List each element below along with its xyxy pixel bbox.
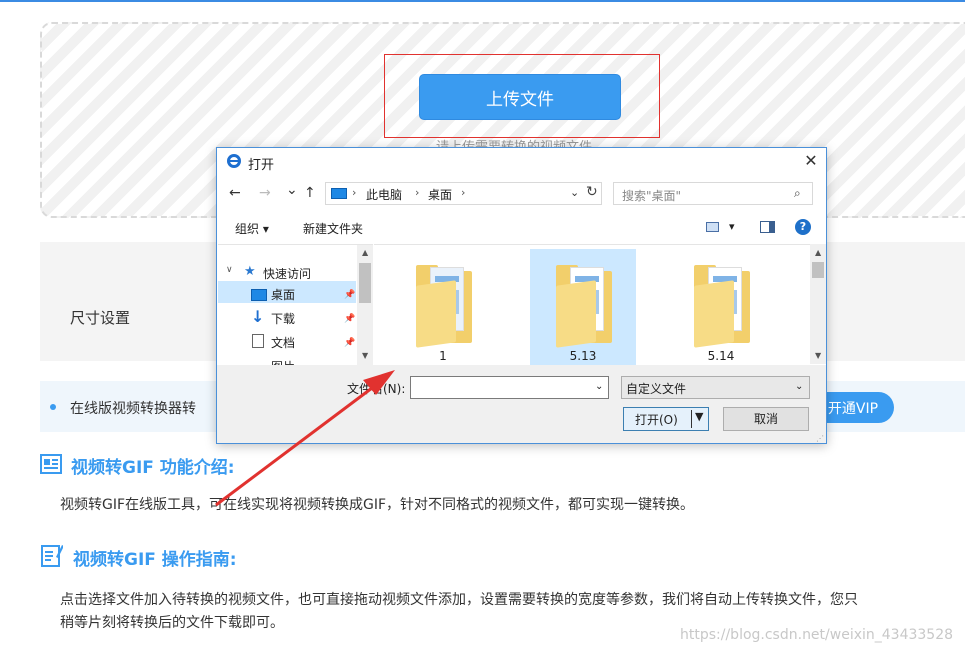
- refresh-icon[interactable]: ↻: [586, 184, 598, 200]
- computer-icon: [331, 188, 347, 199]
- close-icon[interactable]: ✕: [800, 150, 822, 172]
- nav-item-documents[interactable]: 文档: [271, 334, 295, 351]
- back-arrow-icon[interactable]: ←: [229, 185, 241, 201]
- watermark: https://blog.csdn.net/weixin_43433528: [680, 627, 954, 643]
- doc-list-icon: [40, 454, 62, 474]
- nav-item-pictures[interactable]: 图片: [271, 358, 295, 365]
- view-dropdown-icon[interactable]: ▾: [729, 220, 735, 233]
- open-file-dialog: 打开 ✕ ← → ⌄ ↑ › 此电脑 › 桌面 › ⌄ ↻ 搜索"桌面" ⌕ 组…: [216, 147, 827, 444]
- notice-text: 在线版视频转换器转: [70, 401, 196, 417]
- intro-section-title: 视频转GIF 功能介绍:: [71, 458, 235, 478]
- star-icon: ★: [244, 264, 256, 279]
- search-input[interactable]: 搜索"桌面" ⌕: [613, 182, 813, 205]
- dialog-title: 打开: [248, 158, 275, 173]
- scroll-down-icon[interactable]: ▼: [362, 351, 368, 360]
- scroll-up-icon[interactable]: ▲: [815, 248, 821, 257]
- top-accent-line: [0, 0, 965, 2]
- filename-input[interactable]: [410, 376, 609, 399]
- file-list-view: 1 5.13 5.14: [374, 244, 810, 365]
- document-icon: [252, 334, 264, 348]
- folder-item[interactable]: 5.14: [668, 249, 774, 365]
- folder-name: 5.13: [569, 349, 597, 363]
- size-settings-label: 尺寸设置: [70, 309, 131, 327]
- address-dropdown-icon[interactable]: ⌄: [570, 186, 579, 199]
- file-type-dropdown-icon[interactable]: ⌄: [795, 381, 803, 392]
- organize-menu[interactable]: 组织 ▾: [235, 220, 269, 237]
- pin-icon[interactable]: 📌: [344, 290, 355, 300]
- new-folder-button[interactable]: 新建文件夹: [303, 220, 363, 237]
- breadcrumb-chevron-icon[interactable]: ›: [415, 186, 419, 199]
- guide-paragraph-line1: 点击选择文件加入待转换的视频文件，也可直接拖动视频文件添加，设置需要转换的宽度等…: [60, 592, 858, 608]
- help-icon[interactable]: ?: [795, 219, 811, 235]
- address-bar[interactable]: › 此电脑 › 桌面 › ⌄ ↻: [325, 182, 602, 205]
- resize-grip-icon[interactable]: ⋰: [816, 434, 824, 443]
- nav-scrollbar-thumb[interactable]: [359, 263, 371, 303]
- bullet-icon: [50, 404, 56, 410]
- search-icon[interactable]: ⌕: [794, 186, 801, 201]
- pin-icon[interactable]: 📌: [344, 314, 355, 324]
- cancel-button[interactable]: 取消: [723, 407, 809, 431]
- nav-item-downloads[interactable]: 下载: [271, 310, 295, 327]
- preview-pane-icon[interactable]: [760, 221, 775, 233]
- open-button-divider: [691, 410, 692, 428]
- breadcrumb-chevron-icon[interactable]: ›: [352, 186, 356, 199]
- breadcrumb-chevron-icon[interactable]: ›: [461, 186, 465, 199]
- filename-label: 文件名(N):: [347, 382, 406, 396]
- desktop-icon: [251, 289, 267, 301]
- scroll-down-icon[interactable]: ▼: [815, 351, 821, 360]
- folder-item[interactable]: 1: [390, 249, 496, 365]
- guide-paragraph-line2: 稍等片刻将转换后的文件下载即可。: [60, 615, 284, 631]
- scroll-up-icon[interactable]: ▲: [362, 248, 368, 257]
- expand-chevron-icon[interactable]: ∨: [226, 265, 233, 275]
- filename-dropdown-icon[interactable]: ⌄: [595, 381, 603, 392]
- pin-icon[interactable]: 📌: [344, 338, 355, 348]
- files-scrollbar-thumb[interactable]: [812, 262, 824, 278]
- doc-edit-icon: [41, 545, 63, 567]
- breadcrumb-desktop[interactable]: 桌面: [428, 186, 452, 203]
- recent-dropdown-icon[interactable]: ⌄: [286, 182, 298, 198]
- forward-arrow-icon[interactable]: →: [259, 185, 271, 201]
- dialog-titlebar[interactable]: [217, 148, 826, 176]
- search-placeholder: 搜索"桌面": [622, 189, 682, 203]
- open-dropdown-icon[interactable]: ▼: [695, 410, 703, 423]
- folder-item[interactable]: 5.13: [530, 249, 636, 365]
- up-arrow-icon[interactable]: ↑: [304, 185, 316, 201]
- folder-name: 5.14: [707, 349, 735, 363]
- view-mode-icon[interactable]: [706, 222, 719, 232]
- upload-file-button[interactable]: 上传文件: [419, 74, 621, 120]
- file-type-value: 自定义文件: [626, 382, 687, 396]
- nav-item-quick-access[interactable]: 快速访问: [263, 265, 311, 282]
- intro-paragraph: 视频转GIF在线版工具，可在线实现将视频转换成GIF，针对不同格式的视频文件，都…: [60, 497, 695, 513]
- breadcrumb-this-pc[interactable]: 此电脑: [366, 186, 402, 203]
- open-button-label: 打开(O): [635, 413, 678, 427]
- navigation-pane: ∨ ★ 快速访问 桌面 📌 ↓ 下载 📌 文档 📌 图片 ▲ ▼: [218, 244, 373, 365]
- guide-section-title: 视频转GIF 操作指南:: [73, 550, 237, 570]
- browser-icon: [227, 154, 241, 168]
- download-icon: ↓: [251, 307, 265, 326]
- nav-item-desktop[interactable]: 桌面: [271, 286, 295, 303]
- folder-name: 1: [439, 349, 447, 363]
